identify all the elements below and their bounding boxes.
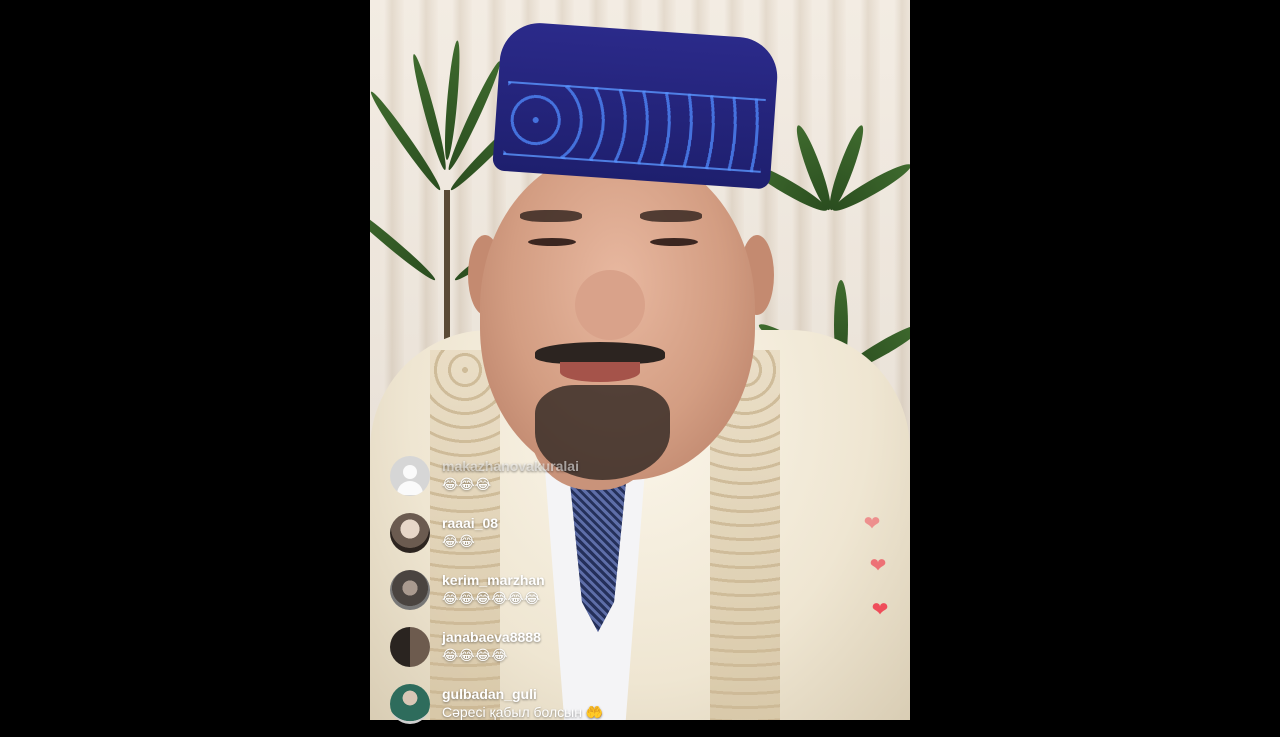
floating-reactions: ❤ ❤ ❤ <box>858 510 898 630</box>
avatar[interactable] <box>390 513 430 553</box>
avatar[interactable] <box>390 684 430 724</box>
nose <box>575 270 645 340</box>
default-user-body <box>397 481 423 495</box>
comment-username[interactable]: makazhanovakuralai <box>442 458 579 474</box>
left-eye <box>528 238 576 246</box>
avatar[interactable] <box>390 570 430 610</box>
left-eyebrow <box>520 210 582 222</box>
mustache <box>535 342 665 364</box>
comment-text: Сәресі қабыл болсын 🤲 <box>442 704 604 720</box>
live-comment: kerim_marzhan 😂😂😂😂😂😂 <box>386 566 806 623</box>
comment-text: 😂😂😂 <box>442 476 492 492</box>
right-eyebrow <box>640 210 702 222</box>
comment-text: 😂😂😂😂 <box>442 647 508 663</box>
heart-icon: ❤ <box>869 555 887 577</box>
cap-ornament <box>503 81 766 173</box>
live-comment: makazhanovakuralai 😂😂😂 <box>386 452 806 509</box>
comment-username[interactable]: gulbadan_guli <box>442 686 537 702</box>
live-comments-feed: makazhanovakuralai 😂😂😂 raaai_08 😂😂 kerim… <box>386 452 806 737</box>
heart-icon: ❤ <box>871 599 889 621</box>
default-user-icon <box>403 465 417 479</box>
avatar[interactable] <box>390 627 430 667</box>
comment-text: 😂😂😂😂😂😂 <box>442 590 541 606</box>
heart-icon: ❤ <box>863 513 881 535</box>
right-eye <box>650 238 698 246</box>
comment-username[interactable]: raaai_08 <box>442 515 498 531</box>
live-comment: raaai_08 😂😂 <box>386 509 806 566</box>
comment-text: 😂😂 <box>442 533 475 549</box>
comment-username[interactable]: janabaeva8888 <box>442 629 541 645</box>
comment-username[interactable]: kerim_marzhan <box>442 572 545 588</box>
live-comment: gulbadan_guli Сәресі қабыл болсын 🤲 <box>386 680 806 737</box>
live-comment: janabaeva8888 😂😂😂😂 <box>386 623 806 680</box>
smile <box>560 362 640 382</box>
avatar[interactable] <box>390 456 430 496</box>
embroidered-skullcap <box>492 20 780 190</box>
